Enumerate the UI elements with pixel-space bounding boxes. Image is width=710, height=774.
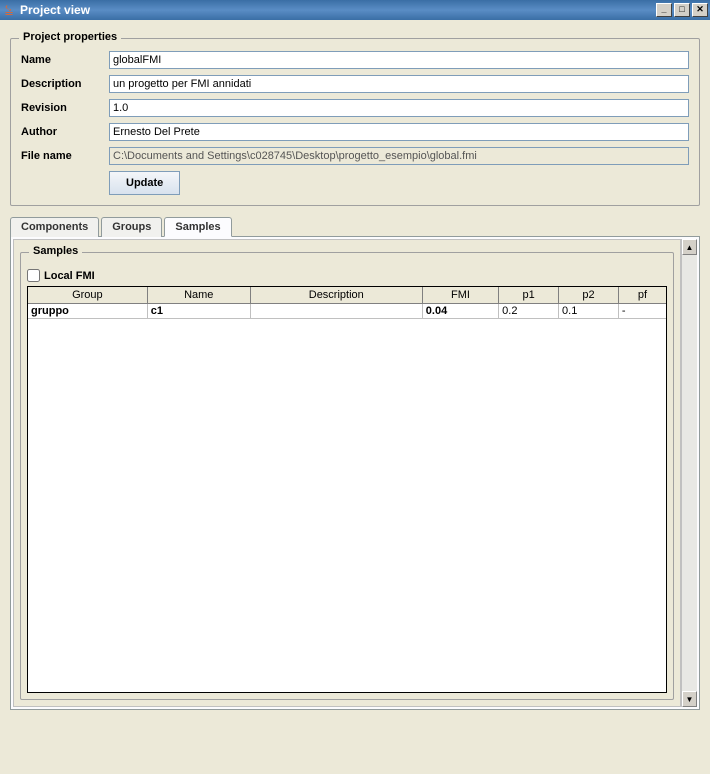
samples-legend: Samples [29,245,82,257]
name-input[interactable] [109,51,689,69]
close-button[interactable]: ✕ [692,3,708,17]
cell-fmi[interactable]: 0.04 [422,303,498,318]
scroll-down-icon[interactable]: ▼ [682,691,697,707]
window-title: Project view [20,3,656,17]
tab-samples[interactable]: Samples [164,217,231,237]
col-description[interactable]: Description [250,287,422,303]
cell-description[interactable] [250,303,422,318]
revision-input[interactable] [109,99,689,117]
tab-components[interactable]: Components [10,217,99,237]
cell-pf[interactable]: - [618,303,666,318]
name-label: Name [21,54,109,66]
author-input[interactable] [109,123,689,141]
maximize-button[interactable]: □ [674,3,690,17]
local-fmi-checkbox[interactable] [27,269,40,282]
samples-table-wrap: Group Name Description FMI p1 p2 pf [27,286,667,693]
col-pf[interactable]: pf [618,287,666,303]
description-input[interactable] [109,75,689,93]
window-controls: _ □ ✕ [656,3,708,17]
minimize-button[interactable]: _ [656,3,672,17]
window-titlebar: Project view _ □ ✕ [0,0,710,20]
tabs-area: Components Groups Samples Samples Local … [10,216,700,710]
local-fmi-row: Local FMI [27,269,667,282]
update-button[interactable]: Update [109,171,180,195]
col-group[interactable]: Group [28,287,147,303]
local-fmi-label: Local FMI [44,270,95,282]
samples-table[interactable]: Group Name Description FMI p1 p2 pf [28,287,666,319]
table-row[interactable]: gruppo c1 0.04 0.2 0.1 - [28,303,666,318]
table-header-row: Group Name Description FMI p1 p2 pf [28,287,666,303]
filename-label: File name [21,150,109,162]
filename-input [109,147,689,165]
java-icon [2,3,16,17]
project-properties-legend: Project properties [19,31,121,43]
author-label: Author [21,126,109,138]
vertical-scrollbar[interactable]: ▲ ▼ [681,239,697,707]
project-properties-panel: Project properties Name Description Revi… [10,38,700,206]
tabstrip: Components Groups Samples [10,217,700,237]
tab-groups[interactable]: Groups [101,217,162,237]
col-p1[interactable]: p1 [499,287,559,303]
col-name[interactable]: Name [147,287,250,303]
cell-group[interactable]: gruppo [28,303,147,318]
cell-p1[interactable]: 0.2 [499,303,559,318]
tab-content: Samples Local FMI Group Name Description [10,236,700,710]
col-fmi[interactable]: FMI [422,287,498,303]
description-label: Description [21,78,109,90]
col-p2[interactable]: p2 [559,287,619,303]
samples-panel: Samples Local FMI Group Name Description [20,252,674,700]
cell-name[interactable]: c1 [147,303,250,318]
tab-scroll-pane: Samples Local FMI Group Name Description [13,239,681,707]
scroll-track[interactable] [682,255,697,691]
revision-label: Revision [21,102,109,114]
scroll-up-icon[interactable]: ▲ [682,239,697,255]
cell-p2[interactable]: 0.1 [559,303,619,318]
